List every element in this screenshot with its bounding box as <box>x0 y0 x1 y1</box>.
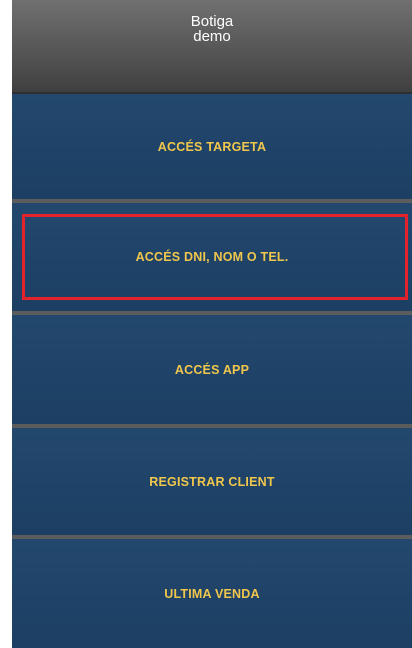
store-name-line1: Botiga <box>190 13 234 30</box>
id-name-phone-access-label: ACCÉS DNI, NOM O TEL. <box>135 250 289 264</box>
header-bar: Botiga demo <box>12 0 412 94</box>
card-access-label: ACCÉS TARGETA <box>157 139 267 154</box>
store-name: Botiga demo <box>162 14 262 44</box>
store-name-line2: demo <box>193 28 231 45</box>
last-sale-label: ULTIMA VENDA <box>164 586 260 601</box>
register-client-label: REGISTRAR CLIENT <box>149 474 275 489</box>
card-access-button[interactable]: ACCÉS TARGETA <box>12 94 412 199</box>
register-client-button[interactable]: REGISTRAR CLIENT <box>12 424 412 535</box>
app-access-label: ACCÉS APP <box>174 362 250 377</box>
app-screen: Botiga demo ACCÉS TARGETA ACCÉS DNI, NOM… <box>12 0 412 648</box>
last-sale-button[interactable]: ULTIMA VENDA <box>12 535 412 648</box>
app-access-button[interactable]: ACCÉS APP <box>12 311 412 424</box>
id-name-phone-access-button[interactable]: ACCÉS DNI, NOM O TEL. <box>12 199 412 311</box>
